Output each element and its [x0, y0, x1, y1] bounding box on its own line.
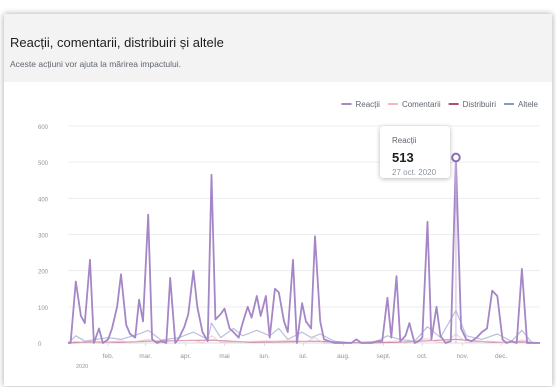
legend-label-altele: Altele — [518, 100, 539, 109]
x-tick-label-dec: dec. — [495, 353, 507, 360]
y-tick-label-300: 300 — [38, 234, 49, 240]
legend-label-comentarii: Comentarii — [402, 100, 441, 109]
x-tick-label-mai: mai — [219, 353, 229, 360]
series-line-reactii — [68, 156, 540, 344]
x-tick-label-iul: iul. — [299, 353, 308, 360]
x-tick-label-apr: apr. — [180, 353, 191, 360]
x-tick-label-feb: feb. — [103, 353, 114, 360]
highlight-point — [451, 152, 461, 163]
tooltip: Reacții 513 27 oct. 2020 — [380, 126, 450, 178]
x-tick-label-aug: aug. — [337, 353, 350, 360]
y-tick-label-500: 500 — [38, 161, 49, 167]
y-tick-label-400: 400 — [38, 197, 49, 203]
x-tick-label-mar: mar. — [139, 353, 152, 360]
y-tick-label-0: 0 — [38, 342, 42, 348]
x-tick-label-sept: sept. — [376, 353, 390, 360]
y-tick-label-600: 600 — [38, 125, 49, 131]
legend-label-distribuiri: Distribuiri — [463, 100, 497, 109]
x-tick-label-oct: oct. — [417, 353, 428, 360]
y-tick-label-100: 100 — [38, 306, 49, 312]
tooltip-value: 513 — [392, 150, 414, 165]
x-tick-label-iun: iun. — [259, 353, 270, 360]
legend-label-reactii: Reacții — [356, 100, 381, 109]
series-line-comentarii — [67, 333, 541, 344]
x-tick-label-nov: nov. — [457, 353, 469, 360]
tooltip-label: Reacții — [392, 136, 417, 145]
tooltip-date: 27 oct. 2020 — [392, 168, 437, 177]
line-chart: 0 100 200 300 400 500 600 feb. mar. apr. mai iun. iu… — [38, 100, 541, 370]
y-tick-label-200: 200 — [38, 270, 49, 276]
x-year-label: 2020 — [76, 364, 88, 370]
